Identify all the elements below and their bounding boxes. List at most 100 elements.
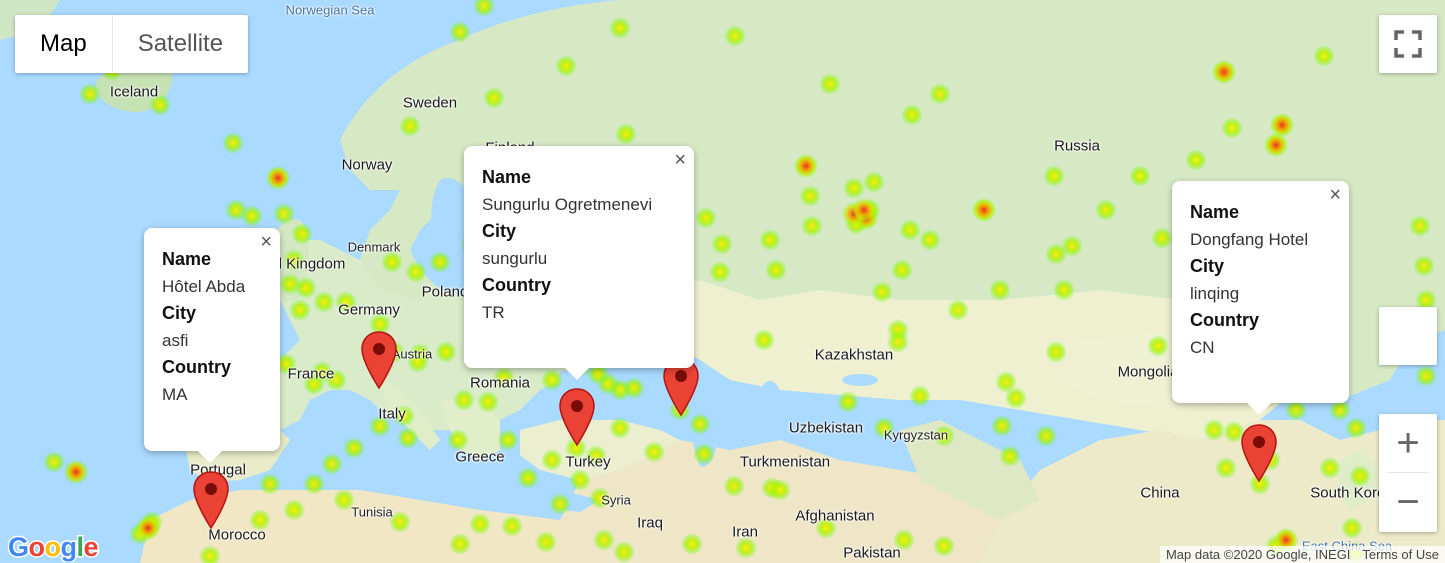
country-label: Country [162,357,231,377]
heat-point [399,115,421,137]
heat-point [291,223,313,245]
place-label-france: France [287,365,335,383]
name-value: Sungurlu Ogretmenevi [482,195,653,214]
country-label: Country [1190,310,1259,330]
place-label-poland: Poland [421,283,469,301]
heat-point [819,73,841,95]
heat-point [919,229,941,251]
marker-pin-hotel-abda[interactable] [192,470,230,530]
place-label-pakistan: Pakistan [843,544,901,562]
heat-point [723,475,745,497]
heat-point [43,451,65,473]
heat-point [759,229,781,251]
country-value: CN [1190,338,1215,357]
zoom-out-button[interactable]: − [1379,473,1437,531]
heat-point [609,417,631,439]
heat-point [535,531,557,553]
place-label-kyrgyzstan: Kyrgyzstan [883,427,949,443]
terms-of-use-link[interactable]: Terms of Use [1356,546,1445,563]
marker-pin-italy[interactable] [360,330,398,390]
marker-pin-dongfang[interactable] [1240,423,1278,483]
place-label-kazakhstan: Kazakhstan [814,346,894,364]
heat-point [693,443,715,465]
heat-point [711,233,733,255]
heat-point [799,185,821,207]
place-label-denmark: Denmark [347,239,401,255]
heat-point [313,291,335,313]
zoom-control: + − [1379,414,1437,532]
heat-point [769,479,791,501]
place-label-afghanistan: Afghanistan [795,507,875,525]
map-canvas[interactable]: Norwegian SeaIcelandSwedenNorwayFinlandR… [0,0,1445,563]
heat-point [549,493,571,515]
heat-point [453,389,475,411]
close-icon[interactable]: × [1329,185,1341,205]
city-value: sungurlu [482,249,548,268]
google-logo-icon: Google [7,531,101,563]
heat-point-hot [136,516,160,540]
map-attribution: Map data ©2020 Google, INEGI Terms of Us… [1159,546,1445,563]
heat-point-hot [852,198,876,222]
heat-point [273,203,295,225]
close-icon[interactable]: × [260,232,272,252]
fullscreen-icon [1394,30,1422,58]
city-value: asfi [162,331,189,350]
heat-point [753,329,775,351]
heat-point [483,87,505,109]
heat-point-hot [1212,60,1236,84]
heat-point [222,132,244,154]
place-label-norwegian-sea: Norwegian Sea [285,2,375,18]
heat-point [397,427,419,449]
heat-point [724,25,746,47]
info-window-tail [1247,403,1271,415]
heat-point [929,83,951,105]
place-label-greece: Greece [455,448,505,466]
place-label-turkmenistan: Turkmenistan [739,453,831,471]
heat-point [343,437,365,459]
heat-point [1409,215,1431,237]
street-view-pegman-button[interactable] [1379,307,1437,365]
heat-point [279,273,301,295]
heat-point [1203,419,1225,441]
heat-point [609,17,631,39]
heat-point-hot [1270,113,1294,137]
heat-point [991,415,1013,437]
heat-point [517,467,539,489]
heat-point [449,533,471,555]
heat-point [999,445,1021,467]
heat-point [259,473,281,495]
name-label: Name [1190,202,1240,222]
place-label-russia: Russia [1054,137,1100,155]
heat-point [765,259,787,281]
place-label-norway: Norway [341,156,393,174]
heat-point [901,104,923,126]
name-label: Name [482,167,532,187]
heat-point-hot [794,154,818,178]
heat-point [1005,387,1027,409]
heat-point [1147,335,1169,357]
fullscreen-button[interactable] [1379,15,1437,73]
heat-point [613,541,635,563]
google-logo[interactable]: Google [7,531,108,563]
heat-point [843,177,865,199]
zoom-in-button[interactable]: + [1379,414,1437,472]
heat-point [1095,199,1117,221]
close-icon[interactable]: × [674,150,686,170]
city-label: City [1190,256,1225,276]
map-data-text: Map data ©2020 Google, INEGI [1165,547,1351,562]
place-label-germany: Germany [338,301,400,319]
marker-pin-sungurlu[interactable] [558,387,596,447]
heat-point [989,279,1011,301]
heat-point [541,449,563,471]
place-label-tunisia: Tunisia [351,504,393,520]
heat-point [1043,165,1065,187]
heat-point [1045,341,1067,363]
map-type-satellite-button[interactable]: Satellite [111,15,248,73]
heat-point [477,391,499,413]
heat-point [1061,235,1083,257]
place-label-italy: Italy [378,405,406,423]
map-type-map-button[interactable]: Map [15,15,112,73]
heat-point [643,441,665,463]
heat-point [933,535,955,557]
heat-point [289,299,311,321]
